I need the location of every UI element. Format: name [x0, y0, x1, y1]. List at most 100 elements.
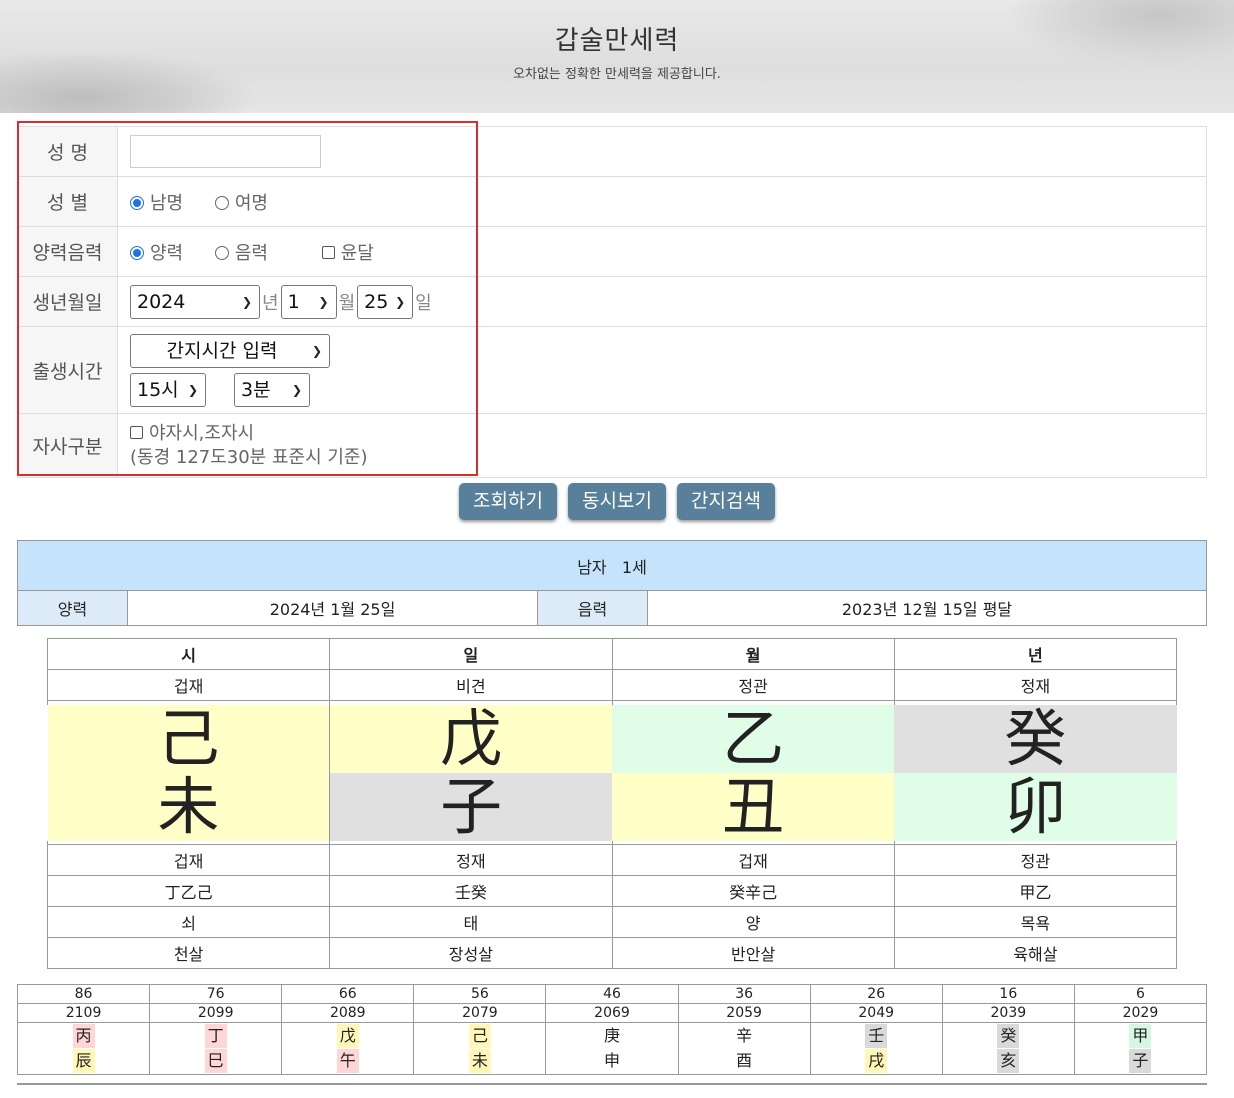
stem-god: 정관 — [611, 669, 895, 701]
radio-checked-icon[interactable] — [130, 245, 144, 260]
twelve-spirit: 육해살 — [893, 937, 1178, 969]
ganji-search-button[interactable]: 간지검색 — [677, 483, 775, 520]
jasi-label: 자사구분 — [17, 413, 118, 478]
checkbox-icon[interactable] — [321, 245, 335, 259]
birthtime-label: 출생시간 — [17, 326, 118, 414]
calendar-solar-option[interactable]: 양력 — [130, 243, 183, 264]
luck-branch: 亥 — [997, 1048, 1020, 1073]
gender-female-option[interactable]: 여명 — [214, 193, 268, 214]
luck-branch: 巳 — [204, 1048, 227, 1073]
search-button[interactable]: 조회하기 — [459, 483, 557, 520]
pillar-header: 월 — [611, 638, 895, 670]
day-suffix: 일 — [415, 292, 432, 314]
major-luck-table: 86 76 66 56 46 36 26 16 6 2109 2099 2089… — [16, 984, 1208, 1075]
page-title: 갑술만세력 — [554, 26, 680, 56]
luck-age: 16 — [941, 984, 1075, 1004]
luck-branch: 申 — [603, 1050, 620, 1070]
heavenly-stem: 癸 — [894, 704, 1177, 773]
year-select[interactable]: 2024 ❯ — [130, 284, 260, 319]
radio-checked-icon[interactable] — [130, 195, 144, 210]
luck-stem: 壬 — [865, 1023, 888, 1048]
luck-pillar: 辛酉 — [677, 1022, 811, 1075]
radio-icon[interactable] — [214, 245, 229, 260]
action-buttons: 조회하기 동시보기 간지검색 — [0, 483, 1234, 520]
lunar-date: 2023년 12월 15일 평달 — [647, 590, 1207, 626]
luck-age: 66 — [281, 984, 415, 1004]
hidden-stems: 丁乙己 — [46, 875, 331, 907]
luck-year: 2099 — [149, 1003, 283, 1023]
stem-god: 겁재 — [46, 669, 331, 701]
gender-age: 남자 1세 — [17, 540, 1207, 591]
same-time-button[interactable]: 동시보기 — [568, 483, 666, 520]
day-select[interactable]: 25 ❯ — [357, 284, 414, 319]
calendar-lunar-option[interactable]: 음력 — [214, 243, 268, 264]
earthly-branch: 子 — [329, 772, 612, 841]
luck-stem: 甲 — [1129, 1023, 1152, 1048]
page-header: 갑술만세력 오차없는 정확한 만세력을 제공합니다. — [0, 0, 1234, 113]
time-mode-select[interactable]: 간지시간 입력 ❯ — [130, 333, 330, 368]
luck-year: 2039 — [941, 1003, 1075, 1023]
month-select[interactable]: 1 ❯ — [280, 284, 337, 319]
gender-label: 성 별 — [17, 176, 118, 227]
twelve-stage: 쇠 — [46, 906, 331, 938]
birth-info-table: 남자 1세 양력 2024년 1월 25일 음력 2023년 12월 15일 평… — [17, 540, 1207, 626]
chevron-down-icon: ❯ — [395, 294, 406, 309]
luck-age: 6 — [1073, 984, 1208, 1004]
pillar-header: 일 — [329, 638, 613, 670]
leap-month-option[interactable]: 윤달 — [321, 243, 374, 264]
luck-stem: 己 — [468, 1023, 491, 1048]
hidden-stems: 壬癸 — [329, 875, 613, 907]
chevron-down-icon: ❯ — [291, 382, 302, 397]
luck-stem: 丙 — [72, 1023, 95, 1048]
luck-pillar: 甲子 — [1073, 1022, 1208, 1075]
earthly-branch: 未 — [47, 772, 330, 841]
branch-god: 겁재 — [46, 844, 331, 876]
luck-year: 2089 — [281, 1003, 415, 1023]
hidden-stems: 甲乙 — [893, 875, 1178, 907]
luck-branch: 戌 — [865, 1048, 888, 1073]
luck-year: 2079 — [413, 1003, 547, 1023]
branch-god: 겁재 — [611, 844, 895, 876]
luck-stem: 丁 — [204, 1023, 227, 1048]
stem-god: 비견 — [329, 669, 613, 701]
luck-age: 46 — [545, 984, 679, 1004]
luck-branch: 子 — [1129, 1048, 1152, 1073]
luck-branch: 酉 — [736, 1050, 753, 1070]
input-form: 성 명 성 별 남명 여명 양력음력 양력 음력 윤달 생년월일 2024 ❯ 년 1… — [17, 126, 1207, 478]
page-subtitle: 오차없는 정확한 만세력을 제공합니다. — [513, 67, 721, 82]
chevron-down-icon: ❯ — [318, 294, 329, 309]
chevron-down-icon: ❯ — [311, 343, 322, 358]
year-suffix: 년 — [262, 292, 279, 314]
twelve-spirit: 천살 — [46, 937, 331, 969]
luck-branch: 辰 — [72, 1048, 95, 1073]
luck-year: 2029 — [1073, 1003, 1208, 1023]
checkbox-icon[interactable] — [130, 425, 143, 439]
luck-year: 2059 — [677, 1003, 811, 1023]
pillar-header: 년 — [893, 638, 1178, 670]
jasi-option[interactable]: 야자시,조자시 — [130, 422, 1206, 446]
earthly-branch: 丑 — [612, 772, 895, 841]
minute-select[interactable]: 3분 ❯ — [234, 372, 310, 407]
luck-stem: 庚 — [603, 1025, 620, 1045]
heavenly-stem: 己 — [47, 704, 330, 773]
radio-icon[interactable] — [214, 195, 229, 210]
luck-branch: 午 — [336, 1048, 359, 1073]
luck-pillar: 戊午 — [281, 1022, 415, 1075]
gender-male-option[interactable]: 남명 — [130, 193, 183, 214]
hour-select[interactable]: 15시 ❯ — [130, 372, 206, 407]
chevron-down-icon: ❯ — [241, 294, 252, 309]
twelve-spirit: 반안살 — [611, 937, 895, 969]
branch-god: 정관 — [893, 844, 1178, 876]
branch-god: 정재 — [329, 844, 613, 876]
luck-stem: 辛 — [736, 1025, 753, 1045]
earthly-branch: 卯 — [894, 772, 1177, 841]
hidden-stems: 癸辛己 — [611, 875, 895, 907]
luck-stem: 戊 — [336, 1023, 359, 1048]
name-input[interactable] — [130, 135, 321, 168]
name-label: 성 명 — [17, 126, 118, 177]
luck-age: 76 — [149, 984, 283, 1004]
luck-age: 26 — [809, 984, 943, 1004]
twelve-spirit: 장성살 — [329, 937, 613, 969]
luck-pillar: 庚申 — [545, 1022, 679, 1075]
luck-pillar: 壬戌 — [809, 1022, 943, 1075]
